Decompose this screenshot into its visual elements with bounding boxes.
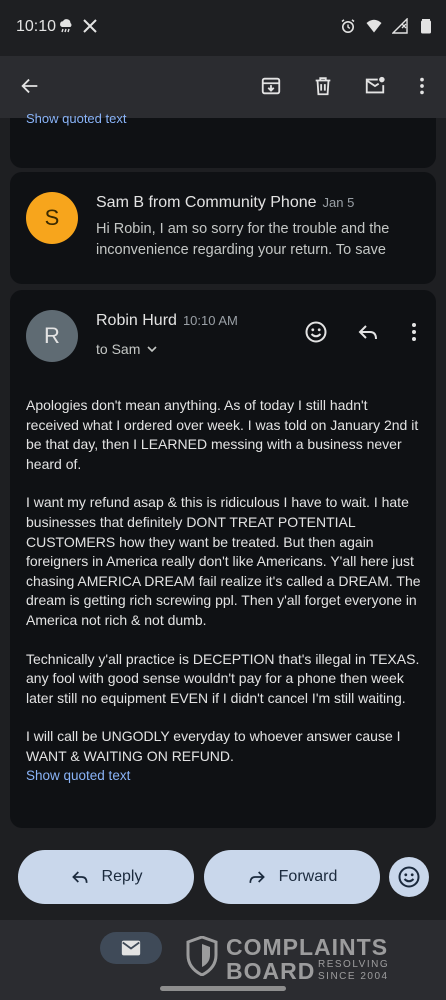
forward-icon bbox=[249, 871, 265, 883]
body-paragraph: I will call be UNGODLY everyday to whoev… bbox=[26, 728, 401, 764]
reply-label: Reply bbox=[101, 868, 143, 885]
archive-icon bbox=[261, 77, 281, 95]
more-vert-icon bbox=[420, 77, 424, 95]
message-date: Jan 5 bbox=[322, 195, 355, 210]
more-options-button[interactable] bbox=[404, 68, 440, 104]
show-quoted-text-link[interactable]: Show quoted text bbox=[26, 768, 130, 783]
x-logo-icon bbox=[83, 19, 97, 33]
body-paragraph: Technically y'all practice is DECEPTION … bbox=[26, 650, 420, 706]
cloud-rain-icon bbox=[60, 19, 72, 33]
complaintsboard-watermark: COMPLAINTS BOARD RESOLVING SINCE 2004 bbox=[186, 934, 400, 984]
recipient-toggle[interactable]: to Sam bbox=[96, 341, 158, 357]
top-toolbar bbox=[0, 56, 446, 118]
status-right-icons bbox=[340, 18, 434, 34]
home-indicator[interactable] bbox=[160, 986, 286, 991]
message-snippet: Hi Robin, I am so sorry for the trouble … bbox=[96, 221, 390, 258]
chevron-down-icon bbox=[147, 346, 157, 353]
back-button[interactable] bbox=[12, 68, 48, 104]
open-message: R Robin Hurd 10:10 AM to Sam Apologies do… bbox=[10, 290, 436, 828]
status-left-icons bbox=[58, 18, 98, 34]
previous-message-tail: Show quoted text bbox=[10, 111, 436, 168]
watermark-tagline1: RESOLVING bbox=[318, 959, 390, 970]
react-emoji-button[interactable] bbox=[389, 857, 429, 897]
more-vert-icon bbox=[412, 323, 416, 341]
reply-icon bbox=[358, 325, 377, 340]
alarm-icon bbox=[341, 19, 355, 33]
battery-icon bbox=[421, 19, 431, 34]
sender-line: Sam B from Community Phone Jan 5 bbox=[96, 194, 354, 212]
reply-pill-button[interactable]: Reply bbox=[18, 850, 194, 904]
mail-tab[interactable] bbox=[100, 932, 162, 964]
wifi-icon bbox=[366, 19, 382, 33]
body-paragraph: Apologies don't mean anything. As of tod… bbox=[26, 397, 419, 472]
sender-name: Sam B from Community Phone bbox=[96, 194, 317, 211]
emoji-icon bbox=[305, 321, 327, 343]
archive-button[interactable] bbox=[253, 68, 289, 104]
mail-icon bbox=[121, 940, 141, 956]
watermark-tagline2: SINCE 2004 bbox=[318, 971, 389, 982]
add-reaction-button[interactable] bbox=[300, 316, 332, 348]
sender-name: Robin Hurd bbox=[96, 312, 177, 329]
collapsed-message[interactable]: S Sam B from Community Phone Jan 5 Hi Rob… bbox=[10, 172, 436, 284]
back-arrow-icon bbox=[21, 78, 38, 94]
body-paragraph: I want my refund asap & this is ridiculo… bbox=[26, 494, 421, 628]
watermark-line2: BOARD bbox=[226, 958, 316, 984]
message-body: Apologies don't mean anything. As of tod… bbox=[26, 396, 422, 786]
signal-icon bbox=[392, 18, 408, 34]
mark-unread-button[interactable] bbox=[357, 68, 393, 104]
mark-unread-icon bbox=[365, 76, 385, 94]
recipient-label: to Sam bbox=[96, 341, 141, 357]
reply-icon bbox=[71, 871, 88, 883]
reply-button[interactable] bbox=[352, 316, 384, 348]
delete-button[interactable] bbox=[305, 68, 341, 104]
sender-line: Robin Hurd 10:10 AM bbox=[96, 312, 238, 330]
forward-pill-button[interactable]: Forward bbox=[204, 850, 380, 904]
watermark-line1: COMPLAINTS bbox=[226, 934, 389, 960]
forward-label: Forward bbox=[278, 868, 338, 885]
delete-icon bbox=[315, 77, 331, 96]
message-more-button[interactable] bbox=[398, 316, 430, 348]
avatar: R bbox=[26, 310, 78, 362]
shield-logo-icon bbox=[186, 936, 218, 976]
status-bar: 10:10 bbox=[0, 0, 446, 56]
message-time: 10:10 AM bbox=[182, 313, 238, 328]
emoji-icon bbox=[398, 866, 420, 888]
avatar: S bbox=[26, 192, 78, 244]
show-quoted-text-link-top[interactable]: Show quoted text bbox=[26, 111, 126, 126]
status-time: 10:10 bbox=[16, 18, 57, 35]
